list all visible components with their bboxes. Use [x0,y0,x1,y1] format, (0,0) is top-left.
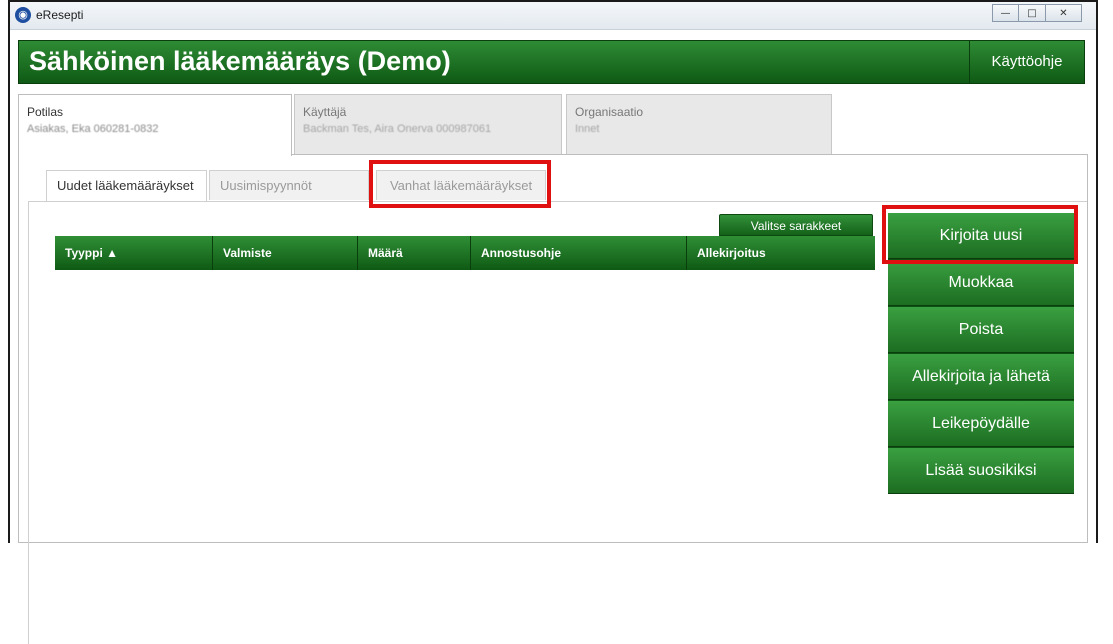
sign-and-send-button[interactable]: Allekirjoita ja lähetä [888,354,1074,400]
column-header-quantity[interactable]: Määrä [358,236,471,270]
close-icon[interactable]: ✕ [1046,4,1082,22]
select-columns-button[interactable]: Valitse sarakkeet [719,214,873,236]
tab-organization-value: Innet [575,123,600,135]
delete-button[interactable]: Poista [888,307,1074,353]
minimize-icon[interactable]: — [992,4,1019,22]
title-bar: ◉ eResepti — □ ✕ [10,2,1096,30]
tab-patient-label: Potilas [27,105,64,119]
add-favorite-button[interactable]: Lisää suosikiksi [888,448,1074,494]
app-logo-icon: ◉ [15,7,31,23]
page-title: Sähköinen lääkemääräys (Demo) [29,46,451,76]
tab-user[interactable]: Käyttäjä Backman Tes, Aira Onerva 000987… [294,94,562,154]
column-header-product[interactable]: Valmiste [213,236,358,270]
column-header-signature[interactable]: Allekirjoitus [687,236,875,270]
column-header-dosage[interactable]: Annostusohje [471,236,687,270]
edit-button[interactable]: Muokkaa [888,260,1074,306]
window-controls: — □ ✕ [992,4,1082,22]
tab-patient-value: Asiakas, Eka 060281-0832 [27,123,159,135]
window-title: eResepti [36,8,84,22]
copy-to-clipboard-button[interactable]: Leikepöydälle [888,401,1074,447]
tab-user-label: Käyttäjä [303,105,347,119]
help-button[interactable]: Käyttöohje [969,41,1084,83]
tab-user-value: Backman Tes, Aira Onerva 000987061 [303,123,492,135]
app-header: Sähköinen lääkemääräys (Demo) Käyttöohje [18,40,1085,84]
tab-patient[interactable]: Potilas Asiakas, Eka 060281-0832 [18,94,292,156]
tab-renewal-requests[interactable]: Uusimispyynnöt [209,170,369,200]
maximize-icon[interactable]: □ [1019,4,1046,22]
tab-organization-label: Organisaatio [575,105,644,119]
grid-header: Tyyppi ▲ Valmiste Määrä Annostusohje All… [55,236,875,270]
highlight-old-prescriptions [369,160,551,208]
tab-organization[interactable]: Organisaatio Innet [566,94,832,154]
column-header-type[interactable]: Tyyppi ▲ [55,236,213,270]
tab-new-prescriptions[interactable]: Uudet lääkemääräykset [46,170,207,201]
highlight-write-new [882,205,1078,264]
